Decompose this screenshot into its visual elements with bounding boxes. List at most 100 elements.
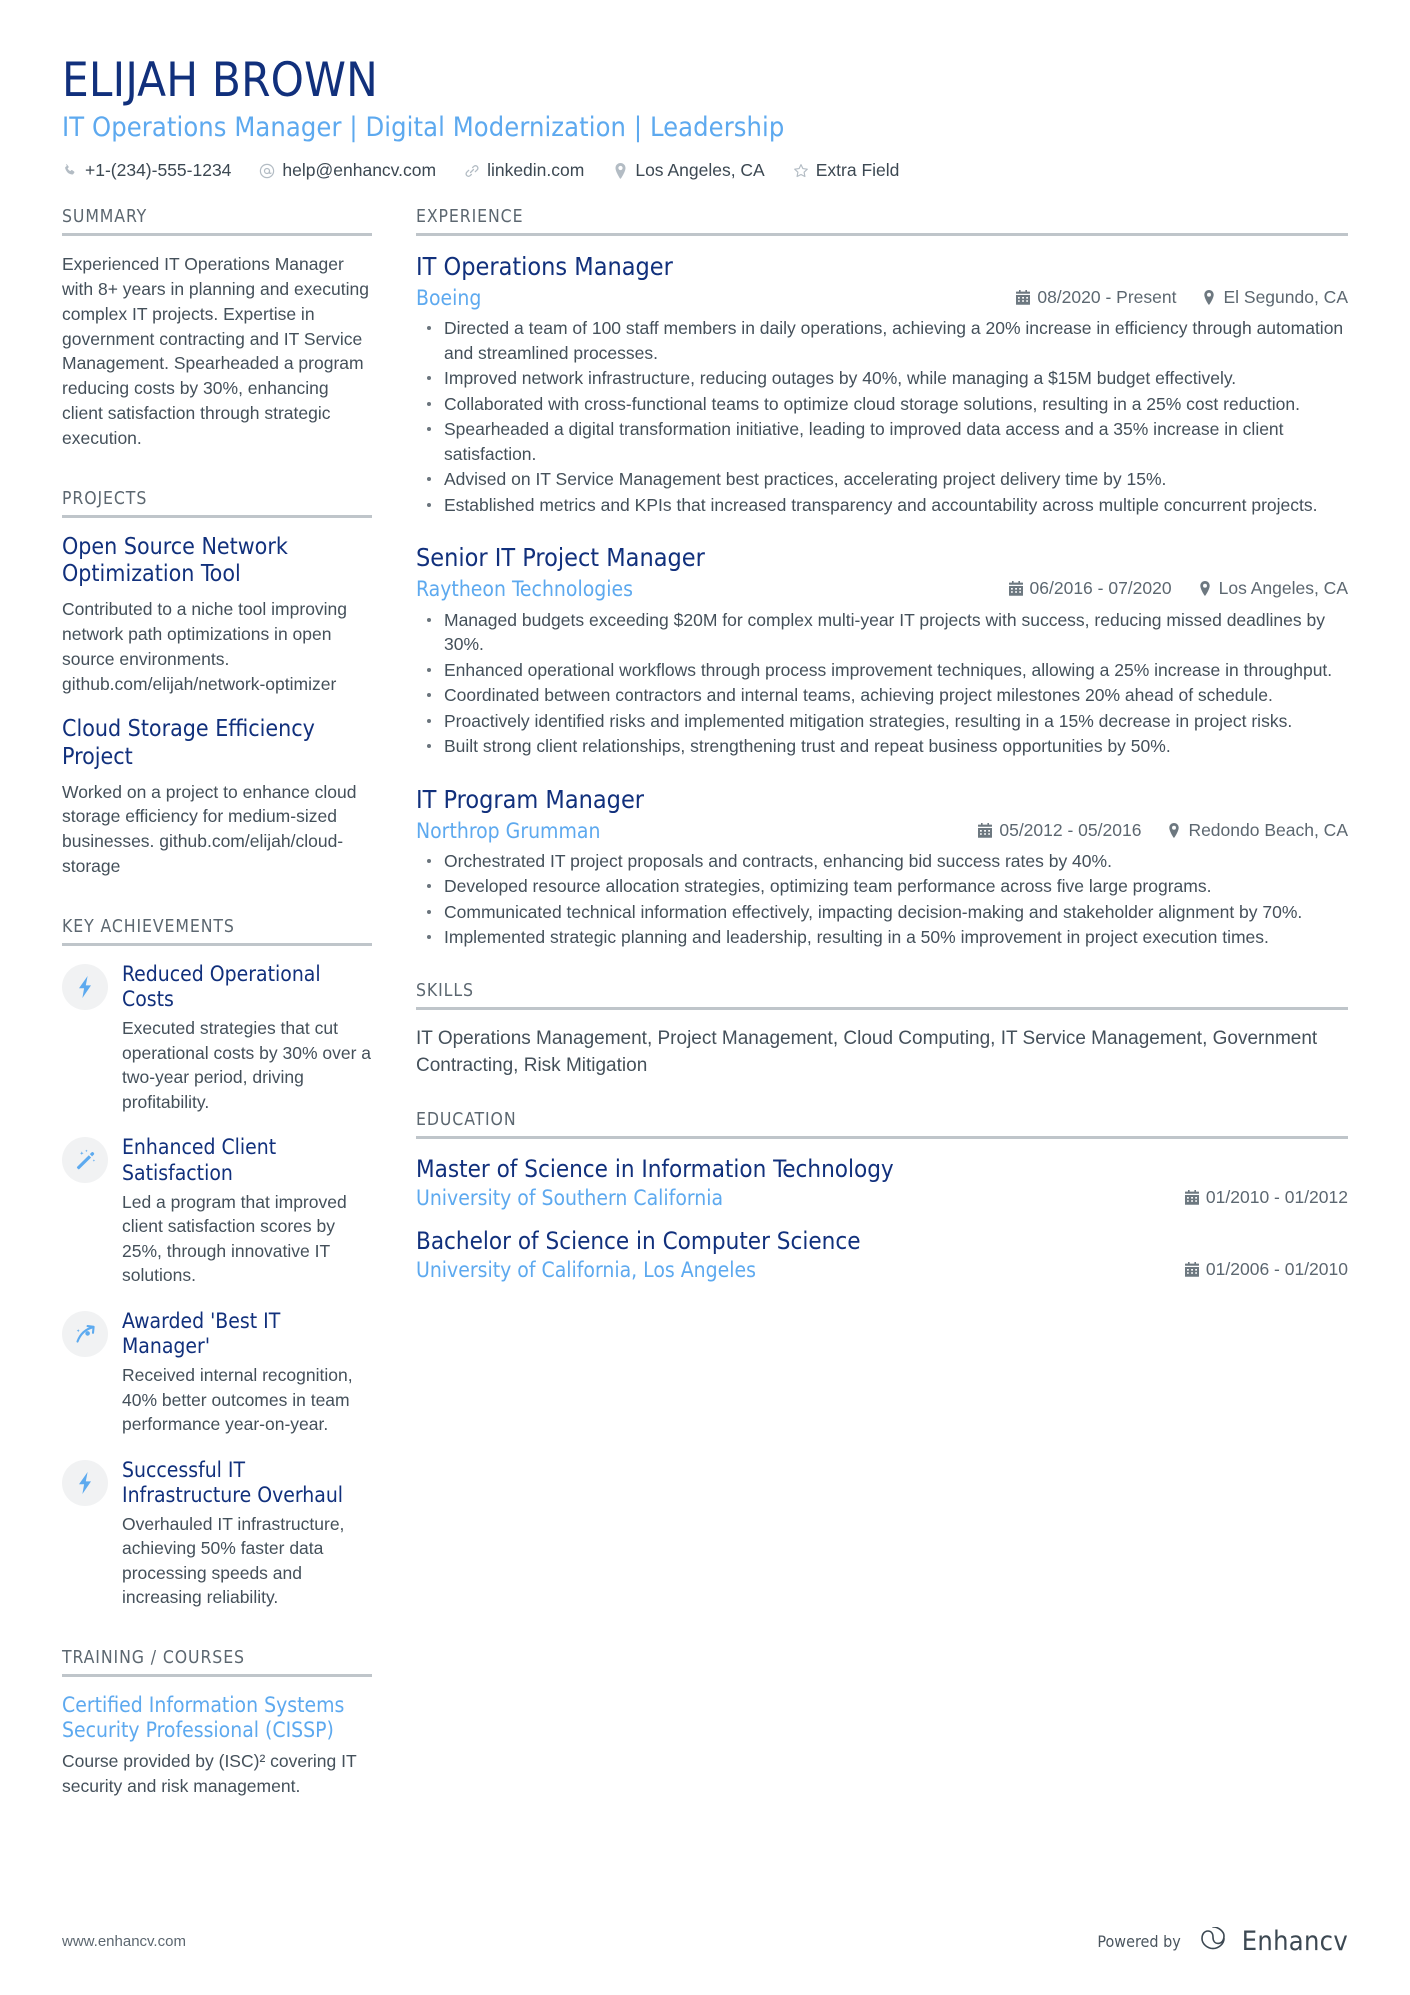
job-bullet: Spearheaded a digital transformation ini… — [420, 417, 1348, 466]
contact-phone[interactable]: +1-(234)-555-1234 — [62, 160, 231, 181]
achievement-description: Executed strategies that cut operational… — [122, 1018, 372, 1112]
skills-text: IT Operations Management, Project Manage… — [416, 1027, 1318, 1076]
achievement-badge — [62, 963, 108, 1010]
job-title: Senior IT Project Manager — [416, 543, 705, 573]
job-meta: Northrop Grumman 05/2012 - 05/2016 Redon… — [416, 818, 1348, 844]
contact-location[interactable]: Los Angeles, CA — [612, 160, 765, 181]
education-school[interactable]: University of Southern California — [416, 1186, 723, 1210]
job-bullet: Communicated technical information effec… — [420, 900, 1348, 925]
candidate-headline: IT Operations Manager | Digital Moderniz… — [62, 111, 785, 143]
summary-text: Experienced IT Operations Manager with 8… — [62, 254, 369, 448]
calendar-icon — [1184, 1190, 1199, 1205]
job-title: IT Program Manager — [416, 784, 645, 814]
job-bullets: Managed budgets exceeding $20M for compl… — [416, 608, 1348, 759]
job-bullet: Enhanced operational workflows through p… — [420, 658, 1348, 683]
job-location-text: El Segundo, CA — [1223, 287, 1348, 308]
footer-website[interactable]: www.enhancv.com — [62, 1933, 186, 1950]
section-title-projects: PROJECTS — [62, 489, 372, 518]
location-icon — [1198, 581, 1212, 597]
experience-item: IT Operations Manager Boeing 08/2020 - P… — [416, 252, 1348, 517]
contact-extra-field[interactable]: Extra Field — [793, 160, 899, 181]
job-meta: Boeing 08/2020 - Present El Segundo, CA — [416, 285, 1348, 311]
job-location: Redondo Beach, CA — [1167, 820, 1348, 841]
job-meta: Raytheon Technologies 06/2016 - 07/2020 … — [416, 576, 1348, 602]
location-icon — [1167, 822, 1181, 838]
job-location-text: Redondo Beach, CA — [1188, 819, 1348, 840]
achievement-body: Reduced Operational Costs Executed strat… — [122, 962, 372, 1114]
course-description: Course provided by (ISC)² covering IT se… — [62, 1751, 357, 1796]
enhancv-logo[interactable]: Enhancv — [1193, 1925, 1348, 1957]
contact-location-text: Los Angeles, CA — [635, 160, 765, 181]
enhancv-mark-icon — [1193, 1925, 1233, 1957]
job-bullet: Developed resource allocation strategies… — [420, 874, 1348, 899]
course-name[interactable]: Certified Information Systems Security P… — [62, 1693, 372, 1743]
email-icon — [259, 163, 275, 179]
education-dates: 01/2006 - 01/2010 — [1184, 1259, 1348, 1280]
education-dates-text: 01/2010 - 01/2012 — [1205, 1187, 1348, 1208]
calendar-icon — [978, 822, 993, 838]
project-name[interactable]: Cloud Storage Efficiency Project — [62, 716, 372, 771]
contact-linkedin[interactable]: linkedin.com — [464, 160, 584, 181]
job-bullet: Proactively identified risks and impleme… — [420, 709, 1348, 734]
job-location-text: Los Angeles, CA — [1218, 578, 1348, 599]
education-item: Master of Science in Information Technol… — [416, 1155, 1348, 1210]
contact-phone-text: +1-(234)-555-1234 — [85, 160, 232, 181]
calendar-icon — [1184, 1262, 1199, 1278]
job-bullet: Collaborated with cross-functional teams… — [420, 392, 1348, 417]
achievement-badge — [62, 1310, 108, 1357]
job-bullets: Orchestrated IT project proposals and co… — [416, 849, 1348, 950]
job-dates: 05/2012 - 05/2016 — [978, 820, 1141, 841]
job-company[interactable]: Boeing — [416, 285, 481, 311]
section-training-courses: TRAINING / COURSES Certified Information… — [62, 1648, 372, 1798]
achievement-body: Successful IT Infrastructure Overhaul Ov… — [122, 1458, 372, 1610]
job-company[interactable]: Northrop Grumman — [416, 818, 600, 844]
education-item: Bachelor of Science in Computer Science … — [416, 1227, 1348, 1282]
achievement-body: Awarded 'Best IT Manager' Received inter… — [122, 1309, 372, 1437]
education-school[interactable]: University of California, Los Angeles — [416, 1258, 756, 1282]
powered-by-label: Powered by — [1097, 1932, 1181, 1951]
education-meta: University of California, Los Angeles 01… — [416, 1258, 1348, 1282]
section-summary: SUMMARY Experienced IT Operations Manage… — [62, 207, 372, 451]
right-column: EXPERIENCE IT Operations Manager Boeing — [416, 207, 1348, 1282]
star-icon — [793, 163, 809, 179]
job-bullet: Advised on IT Service Management best pr… — [420, 467, 1348, 492]
section-title-training-courses: TRAINING / COURSES — [62, 1648, 372, 1677]
section-title-skills: SKILLS — [416, 981, 1348, 1010]
education-degree: Bachelor of Science in Computer Science — [416, 1227, 861, 1256]
project-name[interactable]: Open Source Network Optimization Tool — [62, 534, 372, 589]
section-experience: EXPERIENCE IT Operations Manager Boeing — [416, 207, 1348, 950]
achievement-item: Reduced Operational Costs Executed strat… — [62, 962, 372, 1114]
education-dates: 01/2010 - 01/2012 — [1184, 1187, 1348, 1208]
contact-row: +1-(234)-555-1234 help@enhancv.com linke… — [62, 160, 1348, 181]
candidate-name: ELIJAH BROWN — [62, 53, 379, 108]
section-title-key-achievements: KEY ACHIEVEMENTS — [62, 917, 372, 946]
contact-email[interactable]: help@enhancv.com — [259, 160, 436, 181]
education-meta: University of Southern California 01/201… — [416, 1186, 1348, 1210]
achievement-title: Reduced Operational Costs — [122, 961, 321, 1012]
section-projects: PROJECTS Open Source Network Optimizatio… — [62, 489, 372, 879]
achievement-body: Enhanced Client Satisfaction Led a progr… — [122, 1135, 372, 1287]
experience-item: Senior IT Project Manager Raytheon Techn… — [416, 543, 1348, 758]
job-dates-text: 05/2012 - 05/2016 — [999, 819, 1142, 840]
enhancv-wordmark: Enhancv — [1241, 1926, 1348, 1957]
achievement-title: Awarded 'Best IT Manager' — [122, 1308, 281, 1358]
project-item: Open Source Network Optimization Tool Co… — [62, 534, 372, 697]
project-description: Contributed to a niche tool improving ne… — [62, 599, 348, 694]
left-column: SUMMARY Experienced IT Operations Manage… — [62, 207, 372, 1798]
job-company[interactable]: Raytheon Technologies — [416, 576, 633, 602]
job-dates: 06/2016 - 07/2020 — [1008, 578, 1172, 599]
phone-icon — [62, 163, 78, 179]
job-bullet: Established metrics and KPIs that increa… — [420, 493, 1348, 518]
job-bullet: Managed budgets exceeding $20M for compl… — [420, 608, 1348, 657]
achievement-title: Enhanced Client Satisfaction — [122, 1135, 277, 1185]
achievement-description: Received internal recognition, 40% bette… — [122, 1365, 353, 1435]
page-footer: www.enhancv.com Powered by Enhancv — [62, 1925, 1348, 1957]
resume-page: ELIJAH BROWN IT Operations Manager | Dig… — [0, 0, 1410, 1995]
experience-item: IT Program Manager Northrop Grumman 05/2… — [416, 785, 1348, 950]
achievement-item: Enhanced Client Satisfaction Led a progr… — [62, 1135, 372, 1287]
job-meta-right: 06/2016 - 07/2020 Los Angeles, CA — [1008, 578, 1348, 599]
job-meta-right: 05/2012 - 05/2016 Redondo Beach, CA — [978, 820, 1348, 841]
